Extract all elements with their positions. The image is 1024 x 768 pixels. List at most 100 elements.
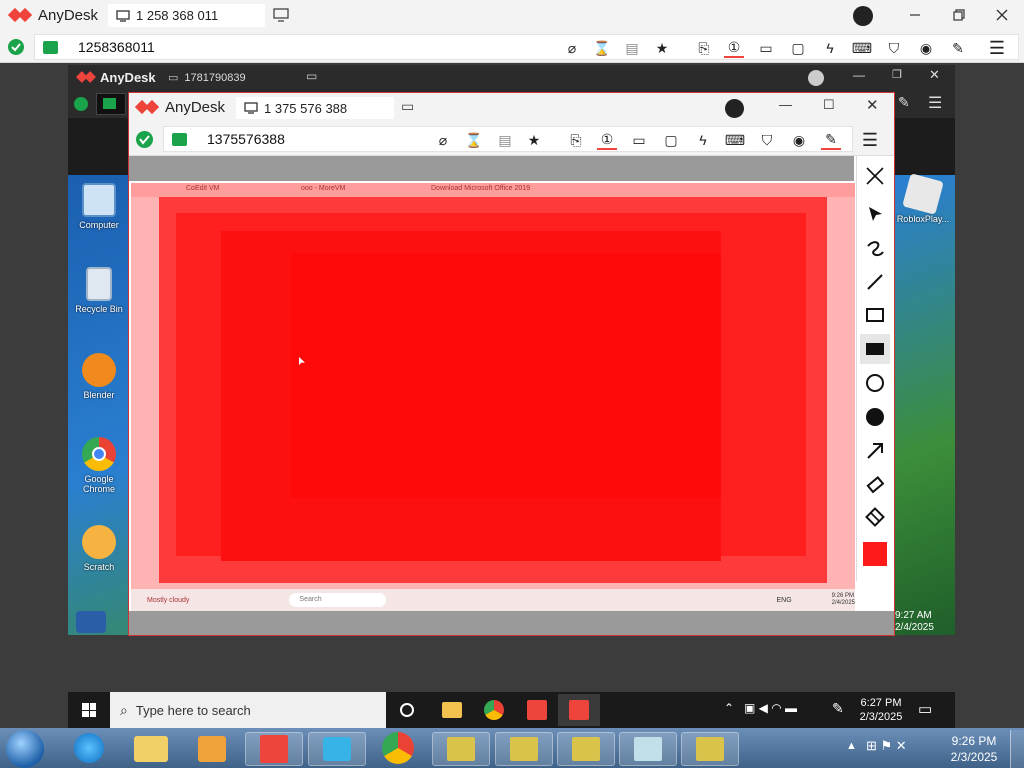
draw-icon[interactable]: ✎ <box>821 131 841 150</box>
windows-start-icon[interactable] <box>76 611 106 633</box>
remote-search-box[interactable]: Search <box>289 593 387 607</box>
action-icon[interactable]: ϟ <box>693 132 713 148</box>
draw-icon[interactable]: ✎ <box>898 94 910 111</box>
desktop-icon-blender[interactable]: Blender <box>70 353 128 400</box>
windows-explorer-icon[interactable] <box>134 736 168 762</box>
chevron-up-icon[interactable]: ▲ <box>846 740 857 752</box>
minimize-icon[interactable] <box>906 6 924 24</box>
new-tab-icon[interactable] <box>272 7 290 23</box>
privacy-icon[interactable]: ⌀ <box>433 132 453 149</box>
download-status-icon[interactable] <box>808 70 824 86</box>
record-icon[interactable]: ◉ <box>916 40 936 57</box>
taskbar-app-button-5[interactable] <box>681 732 739 766</box>
circle-filled-icon[interactable] <box>860 402 890 432</box>
maximize-icon[interactable]: ☐ <box>823 97 835 113</box>
screen-icon[interactable]: ▭ <box>629 132 649 149</box>
freehand-icon[interactable] <box>860 233 890 263</box>
menu-icon[interactable]: ☰ <box>986 38 1008 59</box>
desktop-icon-chrome[interactable]: Google Chrome <box>70 437 128 494</box>
task-view-icon[interactable] <box>400 703 414 717</box>
new-tab-icon[interactable]: ▭ <box>401 98 414 115</box>
show-desktop-button[interactable] <box>1010 730 1024 768</box>
close-icon[interactable] <box>860 161 890 191</box>
middle-taskbar-clock[interactable]: 6:27 PM 2/3/2025 <box>852 696 910 724</box>
taskbar-app-button-4[interactable] <box>619 732 677 766</box>
action-icon[interactable]: ϟ <box>820 40 840 56</box>
database-icon[interactable]: ▤ <box>622 40 642 57</box>
hourglass-icon[interactable]: ⌛ <box>464 132 484 149</box>
remote-clock[interactable]: 9:27 AM 2/4/2025 <box>895 610 955 634</box>
star-icon[interactable]: ★ <box>524 132 544 149</box>
hourglass-icon[interactable]: ⌛ <box>592 40 612 57</box>
tray-icons[interactable]: ⊞ ⚑ ✕ <box>866 738 907 754</box>
menu-icon[interactable]: ☰ <box>859 130 881 151</box>
download-status-icon[interactable] <box>853 6 873 26</box>
chat-icon[interactable]: ▢ <box>788 40 808 57</box>
inner-session-tab[interactable]: 1 375 576 388 <box>236 97 394 119</box>
restore-icon[interactable]: ❐ <box>892 68 902 81</box>
keyboard-icon[interactable]: ⌨ <box>852 40 872 57</box>
taskbar-app-button-3[interactable] <box>557 732 615 766</box>
taskbar-app-button-1[interactable] <box>432 732 490 766</box>
media-player-icon[interactable] <box>198 736 226 762</box>
remote-screen[interactable]: CoEdit VM ooo - MoreVM Download Microsof… <box>131 183 855 611</box>
minimize-icon[interactable]: — <box>853 68 865 82</box>
desktop-icon-recycle-bin[interactable]: Recycle Bin <box>70 267 128 314</box>
arrow-icon[interactable] <box>860 436 890 466</box>
remote-tab[interactable]: ooo - MoreVM <box>301 185 345 192</box>
file-explorer-icon[interactable] <box>442 702 462 718</box>
line-icon[interactable] <box>860 267 890 297</box>
taskbar-app-button-2[interactable] <box>495 732 553 766</box>
minimize-icon[interactable]: — <box>779 97 792 112</box>
outer-taskbar-clock[interactable]: 9:26 PM 2/3/2025 <box>944 733 1004 765</box>
display-1-icon[interactable]: ① <box>597 131 617 150</box>
file-transfer-icon[interactable]: ⎘ <box>566 132 586 149</box>
restore-icon[interactable] <box>950 6 968 24</box>
anydesk-taskbar-icon[interactable] <box>527 700 547 720</box>
tray-icons[interactable]: ▣ ◀ ◠ ▬ <box>744 701 797 715</box>
desktop-icon-roblox[interactable]: RobloxPlay... <box>894 173 952 224</box>
close-icon[interactable]: ✕ <box>929 67 940 83</box>
circle-outline-icon[interactable] <box>860 368 890 398</box>
close-icon[interactable]: ✕ <box>866 96 879 114</box>
download-status-icon[interactable] <box>725 99 744 118</box>
rect-filled-icon[interactable] <box>860 334 890 364</box>
chat-icon[interactable]: ▢ <box>661 132 681 149</box>
middle-session-tab[interactable]: ▭ 1781790839 <box>168 69 246 86</box>
new-tab-icon[interactable]: ▭ <box>306 69 317 83</box>
desktop-icon-computer[interactable]: Computer <box>70 183 128 230</box>
windows-start-orb-icon[interactable] <box>6 730 44 768</box>
display-1-icon[interactable]: ① <box>724 39 744 58</box>
record-icon[interactable]: ◉ <box>789 132 809 149</box>
remote-tab[interactable]: Download Microsoft Office 2019 <box>431 185 530 192</box>
pointer-icon[interactable] <box>860 199 890 229</box>
chevron-up-icon[interactable]: ⌃ <box>724 701 734 715</box>
taskbar-app-w-button[interactable] <box>308 732 366 766</box>
anydesk-taskbar-active[interactable] <box>558 694 600 726</box>
remote-tab[interactable]: CoEdit VM <box>186 185 219 192</box>
keyboard-icon[interactable]: ⌨ <box>725 132 745 149</box>
star-icon[interactable]: ★ <box>652 40 672 57</box>
pen-icon[interactable]: ✎ <box>832 700 844 717</box>
chrome-icon[interactable] <box>382 732 414 764</box>
close-icon[interactable] <box>993 6 1011 24</box>
permissions-icon[interactable]: ⛉ <box>884 40 904 57</box>
chrome-icon[interactable] <box>484 700 504 720</box>
outer-session-tab[interactable]: 1 258 368 011 <box>108 4 265 27</box>
taskbar-anydesk-button[interactable] <box>245 732 303 766</box>
taskbar-search-box[interactable]: ⌕ Type here to search <box>110 692 386 728</box>
windows-start-icon[interactable] <box>82 703 96 717</box>
desktop-icon-scratch[interactable]: Scratch <box>70 525 128 572</box>
draw-icon[interactable]: ✎ <box>948 40 968 57</box>
menu-icon[interactable]: ☰ <box>928 93 942 113</box>
middle-address-field[interactable] <box>96 93 126 115</box>
eraser-icon[interactable] <box>860 470 890 500</box>
color-swatch[interactable] <box>860 539 890 569</box>
rect-outline-icon[interactable] <box>860 300 890 330</box>
privacy-icon[interactable]: ⌀ <box>562 40 582 57</box>
file-transfer-icon[interactable]: ⎘ <box>694 40 714 57</box>
permissions-icon[interactable]: ⛉ <box>757 132 777 149</box>
clear-icon[interactable] <box>860 502 890 532</box>
screen-icon[interactable]: ▭ <box>756 40 776 57</box>
notification-icon[interactable]: ▭ <box>918 700 932 718</box>
